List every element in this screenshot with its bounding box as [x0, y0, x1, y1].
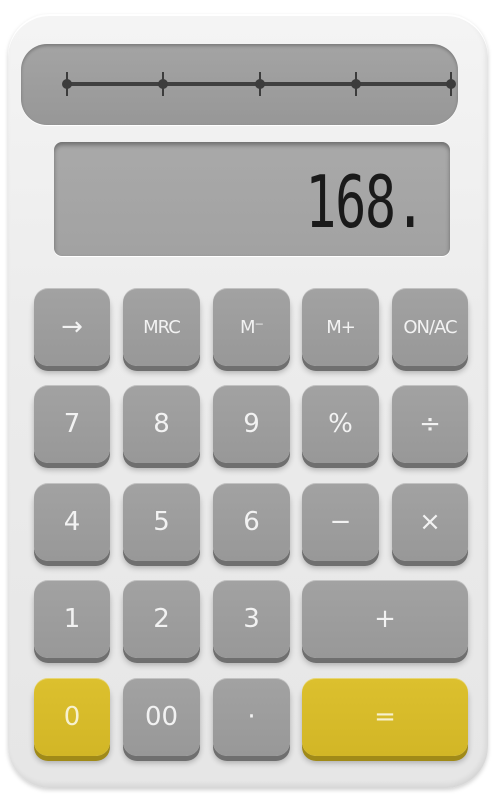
digit-7-button[interactable]: 7: [34, 385, 110, 463]
m-plus-button[interactable]: M+: [302, 288, 379, 366]
m-minus-button[interactable]: M⁻: [213, 288, 290, 366]
display-value: 168.: [304, 160, 426, 244]
multiply-button[interactable]: ×: [392, 483, 468, 561]
double-zero-button[interactable]: 00: [123, 678, 200, 756]
solar-panel-node: [158, 72, 168, 96]
solar-panel-node: [255, 72, 265, 96]
digit-4-button[interactable]: 4: [34, 483, 110, 561]
digit-1-button[interactable]: 1: [34, 580, 110, 658]
digit-2-button[interactable]: 2: [123, 580, 200, 658]
equals-button[interactable]: =: [302, 678, 468, 756]
arrow-button[interactable]: →: [34, 288, 110, 366]
solar-panel-node: [351, 72, 361, 96]
solar-panel-node: [62, 72, 72, 96]
divide-button[interactable]: ÷: [392, 385, 468, 463]
solar-panel: [21, 44, 458, 125]
mrc-button[interactable]: MRC: [123, 288, 200, 366]
plus-button[interactable]: +: [302, 580, 468, 658]
percent-button[interactable]: %: [302, 385, 379, 463]
digit-6-button[interactable]: 6: [213, 483, 290, 561]
digit-9-button[interactable]: 9: [213, 385, 290, 463]
digit-0-button[interactable]: 0: [34, 678, 110, 756]
digit-3-button[interactable]: 3: [213, 580, 290, 658]
lcd-display: 168.: [54, 142, 450, 256]
decimal-point-button[interactable]: ·: [213, 678, 290, 756]
solar-panel-node: [446, 72, 456, 96]
digit-5-button[interactable]: 5: [123, 483, 200, 561]
calculator-body: 168. → MRC M⁻ M+ ON/AC 7 8 9 % ÷ 4 5 6 −…: [8, 14, 488, 788]
digit-8-button[interactable]: 8: [123, 385, 200, 463]
on-ac-button[interactable]: ON/AC: [392, 288, 468, 366]
minus-button[interactable]: −: [302, 483, 379, 561]
